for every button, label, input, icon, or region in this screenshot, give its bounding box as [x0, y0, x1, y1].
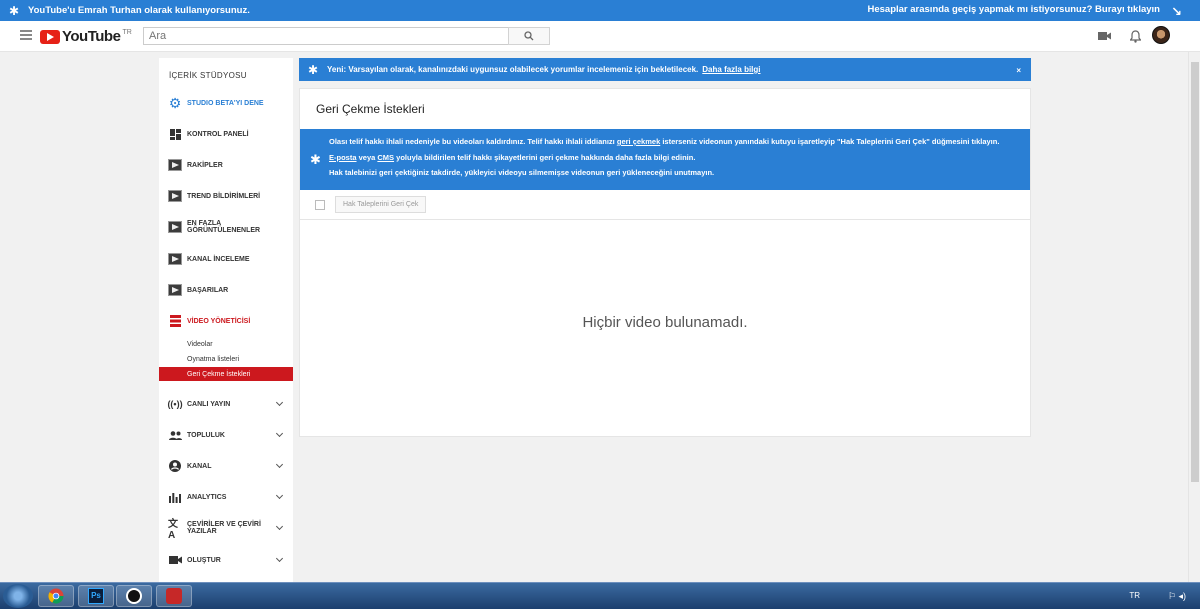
chevron-down-icon	[275, 554, 284, 563]
sidebar-subitem-takedown-requests[interactable]: Geri Çekme İstekleri	[159, 367, 293, 381]
upload-video-icon[interactable]	[1097, 29, 1111, 43]
sidebar-item-competitors[interactable]: RAKİPLER	[159, 154, 293, 176]
sidebar-item-live-streaming[interactable]: ((•)) CANLI YAYIN	[159, 393, 293, 415]
page-scrollbar[interactable]	[1188, 52, 1200, 582]
input-language[interactable]: TR	[1129, 591, 1140, 600]
empty-state-message: Hiçbir video bulunamadı.	[582, 314, 748, 331]
app-taskbar-icon-red[interactable]	[156, 585, 192, 607]
takedown-requests-panel: Geri Çekme İstekleri ✱ Olası telif hakkı…	[299, 88, 1031, 437]
search-input[interactable]	[143, 27, 509, 45]
notice-text: Yeni: Varsayılan olarak, kanalınızdaki u…	[327, 65, 699, 74]
menu-icon[interactable]	[20, 30, 32, 40]
learn-more-link[interactable]: Daha fazla bilgi	[702, 65, 760, 74]
takedown-info-box: ✱ Olası telif hakkı ihlali nedeniyle bu …	[300, 129, 1030, 190]
info-line-3: Hak talebinizi geri çektiğiniz takdirde,…	[329, 168, 715, 177]
photoshop-taskbar-icon[interactable]: Ps	[78, 585, 114, 607]
sidebar-item-analytics[interactable]: ANALYTICS	[159, 486, 293, 508]
sidebar-item-channel[interactable]: KANAL	[159, 455, 293, 477]
star-icon: ✱	[8, 3, 20, 18]
youtube-play-icon	[40, 29, 60, 44]
sidebar-item-channel-review[interactable]: KANAL İNCELEME	[159, 248, 293, 270]
page-title: Geri Çekme İstekleri	[316, 102, 425, 116]
search-button[interactable]	[508, 27, 550, 45]
search-icon	[524, 31, 534, 41]
video-thumb-icon	[168, 189, 182, 203]
info-line-2: E-posta veya CMS yoluyla bildirilen teli…	[329, 153, 696, 162]
people-icon	[168, 428, 182, 442]
cms-link[interactable]: CMS	[377, 153, 394, 162]
sidebar-subitem-videos[interactable]: Videolar	[159, 337, 293, 351]
translate-icon: 文A	[168, 519, 178, 541]
youtube-logo-text: YouTube	[62, 28, 121, 45]
video-camera-icon	[168, 553, 182, 567]
chevron-down-icon	[275, 429, 284, 438]
retract-claims-button[interactable]: Hak Taleplerini Geri Çek	[335, 196, 427, 213]
chrome-taskbar-icon[interactable]	[38, 585, 74, 607]
region-label: TR	[122, 29, 132, 36]
account-circle-icon	[168, 459, 182, 473]
video-thumb-icon	[168, 283, 182, 297]
cursor-arrow-icon: ↘	[1171, 4, 1182, 19]
retract-link[interactable]: geri çekmek	[617, 137, 660, 146]
sidebar-item-translations[interactable]: 文A ÇEVİRİLER VE ÇEVİRİ YAZILAR	[159, 517, 293, 541]
notifications-bell-icon[interactable]	[1128, 29, 1142, 43]
chevron-down-icon	[275, 522, 284, 531]
comment-moderation-notice: ✱ Yeni: Varsayılan olarak, kanalınızdaki…	[299, 58, 1031, 81]
sidebar-title: İÇERİK STÜDYOSU	[169, 71, 247, 80]
sidebar-item-achievements[interactable]: BAŞARILAR	[159, 279, 293, 301]
windows-taskbar: Ps TR ⚐ ◂)	[0, 582, 1200, 609]
creator-studio-sidebar: İÇERİK STÜDYOSU ⚙ STUDIO BETA'YI DENE KO…	[159, 58, 293, 582]
star-icon: ✱	[307, 62, 319, 77]
video-thumb-icon	[168, 158, 182, 172]
broadcast-icon: ((•))	[167, 399, 183, 409]
switch-account-link[interactable]: Hesaplar arasında geçiş yapmak mı istiyo…	[867, 4, 1160, 15]
youtube-logo[interactable]: YouTube TR	[40, 28, 132, 45]
masthead: YouTube TR	[0, 21, 1200, 52]
sidebar-item-dashboard[interactable]: KONTROL PANELİ	[159, 123, 293, 145]
sidebar-subitem-playlists[interactable]: Oynatma listeleri	[159, 352, 293, 366]
email-link[interactable]: E-posta	[329, 153, 357, 162]
video-manager-icon	[168, 314, 182, 328]
sidebar-item-studio-beta[interactable]: ⚙ STUDIO BETA'YI DENE	[159, 92, 293, 114]
sidebar-item-video-manager[interactable]: VİDEO YÖNETİCİSİ	[159, 310, 293, 332]
sidebar-item-community[interactable]: TOPLULUK	[159, 424, 293, 446]
windows-start-icon[interactable]	[3, 584, 33, 608]
avatar[interactable]	[1152, 26, 1170, 44]
actions-bar: Hak Taleplerini Geri Çek	[300, 190, 1030, 220]
sidebar-item-create[interactable]: OLUŞTUR	[159, 549, 293, 571]
close-icon[interactable]: ×	[1016, 66, 1021, 75]
star-icon: ✱	[310, 152, 321, 167]
video-thumb-icon	[168, 220, 182, 234]
info-line-1: Olası telif hakkı ihlali nedeniyle bu vi…	[329, 137, 1000, 146]
chevron-down-icon	[275, 398, 284, 407]
app-taskbar-icon[interactable]	[116, 585, 152, 607]
bar-chart-icon	[168, 490, 182, 504]
dashboard-icon	[168, 127, 182, 141]
chevron-down-icon	[275, 491, 284, 500]
chevron-down-icon	[275, 460, 284, 469]
video-thumb-icon	[168, 252, 182, 266]
account-banner-text: YouTube'u Emrah Turhan olarak kullanıyor…	[28, 5, 250, 16]
gear-icon: ⚙	[168, 94, 182, 111]
select-all-checkbox[interactable]	[315, 200, 325, 210]
sidebar-item-most-viewed[interactable]: EN FAZLA GÖRÜNTÜLENENLER	[159, 216, 293, 238]
system-tray-icons[interactable]: ⚐ ◂)	[1168, 591, 1186, 602]
sidebar-item-trend-notifications[interactable]: TREND BİLDİRİMLERİ	[159, 185, 293, 207]
account-banner: ✱ YouTube'u Emrah Turhan olarak kullanıy…	[0, 0, 1200, 21]
